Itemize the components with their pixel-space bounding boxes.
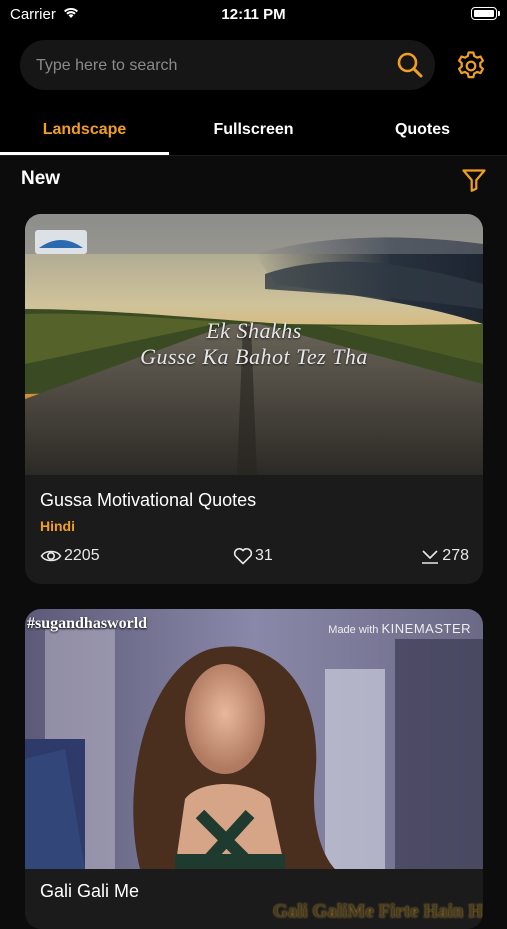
thumbnail-caption-line1: Ek Shakhs: [206, 318, 302, 343]
watermark-brand: KINEMASTER: [381, 621, 471, 636]
header: [0, 30, 507, 106]
downloads-value: 278: [442, 547, 469, 564]
likes-count[interactable]: 31: [233, 545, 273, 567]
section-title: New: [21, 168, 61, 189]
language-label: Hindi: [40, 518, 75, 534]
tabs-divider: [0, 155, 507, 156]
gear-icon[interactable]: [455, 50, 487, 82]
watermark-prefix: Made with: [328, 624, 379, 636]
tab-quotes[interactable]: Quotes: [338, 106, 507, 156]
channel-logo: [35, 230, 87, 254]
clock: 12:11 PM: [221, 6, 286, 23]
thumbnail-caption-line2: Gusse Ka Bahot Tez Tha: [140, 344, 368, 369]
video-thumbnail[interactable]: [25, 609, 483, 869]
tab-fullscreen[interactable]: Fullscreen: [169, 106, 338, 156]
likes-value: 31: [255, 547, 273, 564]
tab-landscape[interactable]: Landscape: [0, 106, 169, 156]
thumbnail-watermark: Made with KINEMASTER: [328, 621, 471, 636]
tab-bar: Landscape Fullscreen Quotes: [0, 106, 507, 156]
downloads-count[interactable]: 278: [420, 545, 469, 567]
video-card[interactable]: Ek Shakhs Gusse Ka Bahot Tez Tha Gussa M…: [25, 214, 483, 584]
battery-icon: [471, 7, 500, 20]
eye-icon: [40, 550, 62, 562]
card-title[interactable]: Gali Gali Me: [40, 881, 139, 902]
card-title[interactable]: Gussa Motivational Quotes: [40, 490, 256, 511]
thumbnail-hashtag: #sugandhasworld: [27, 615, 148, 632]
search-icon[interactable]: [395, 50, 425, 80]
views-value: 2205: [64, 547, 100, 564]
filter-icon[interactable]: [461, 167, 487, 193]
search-bar[interactable]: [20, 40, 435, 90]
search-input[interactable]: [34, 52, 378, 80]
views-count: 2205: [40, 545, 100, 567]
status-bar: Carrier 12:11 PM: [0, 0, 507, 30]
thumbnail-lyric: Gali GaliMe Firte Hain H: [272, 901, 483, 922]
heart-icon[interactable]: [233, 547, 253, 565]
download-icon[interactable]: [420, 547, 440, 565]
video-card[interactable]: #sugandhasworld Made with KINEMASTER Gal…: [25, 609, 483, 929]
